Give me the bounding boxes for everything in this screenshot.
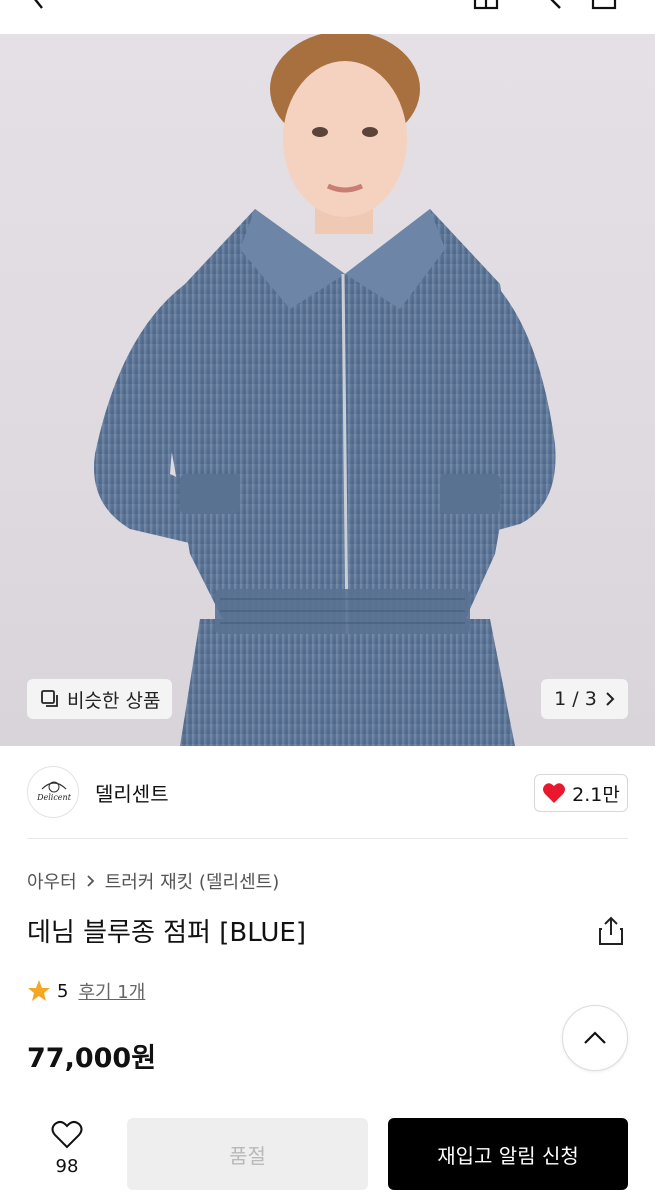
restock-alert-button[interactable]: 재입고 알림 신청 bbox=[388, 1118, 628, 1190]
chevron-up-icon bbox=[584, 1031, 606, 1044]
soldout-button: 품절 bbox=[127, 1118, 368, 1190]
product-photo bbox=[94, 34, 556, 746]
svg-text:Delicent: Delicent bbox=[36, 793, 72, 802]
review-link[interactable]: 후기 1개 bbox=[78, 978, 145, 1004]
breadcrumb-category[interactable]: 아우터 bbox=[27, 868, 77, 894]
cart-icon[interactable] bbox=[590, 0, 618, 10]
share-icon[interactable] bbox=[596, 915, 626, 947]
scroll-top-button[interactable] bbox=[562, 1005, 628, 1071]
brand-logo-image: Delicent bbox=[36, 781, 72, 802]
wishlist-button[interactable]: 98 bbox=[34, 1120, 100, 1177]
product-title: 데님 블루종 점퍼 [BLUE] bbox=[27, 918, 307, 948]
heart-outline-icon bbox=[51, 1120, 83, 1149]
brand-like-button[interactable]: 2.1만 bbox=[534, 774, 628, 812]
copy-icon bbox=[41, 690, 58, 707]
back-icon[interactable] bbox=[24, 0, 52, 10]
brand-row[interactable]: Delicent 델리센트 2.1만 bbox=[0, 746, 655, 840]
chevron-right-icon bbox=[606, 692, 615, 706]
image-pager[interactable]: 1 / 3 bbox=[541, 679, 628, 719]
store-icon[interactable] bbox=[472, 0, 500, 10]
breadcrumb: 아우터 트러커 재킷 (델리센트) bbox=[27, 868, 279, 894]
chevron-right-icon bbox=[87, 875, 94, 887]
wishlist-count: 98 bbox=[55, 1156, 79, 1177]
star-icon bbox=[28, 980, 50, 1001]
heart-filled-icon bbox=[543, 783, 566, 803]
similar-products-button[interactable]: 비슷한 상품 bbox=[27, 679, 173, 719]
divider bbox=[27, 838, 628, 839]
page-indicator: 1 / 3 bbox=[554, 688, 597, 710]
product-price: 77,000원 bbox=[27, 1043, 157, 1074]
top-bar bbox=[0, 0, 655, 34]
breadcrumb-subcategory[interactable]: 트러커 재킷 (델리센트) bbox=[105, 868, 280, 894]
product-image-gallery[interactable]: 비슷한 상품 1 / 3 bbox=[0, 34, 655, 746]
rating-row: 5 후기 1개 bbox=[27, 978, 145, 1004]
rating-score: 5 bbox=[57, 980, 69, 1002]
brand-like-count: 2.1만 bbox=[572, 783, 620, 806]
brand-name[interactable]: 델리센트 bbox=[95, 778, 169, 807]
similar-products-label: 비슷한 상품 bbox=[67, 689, 161, 712]
search-icon[interactable] bbox=[540, 0, 568, 10]
brand-logo[interactable]: Delicent bbox=[27, 766, 79, 818]
